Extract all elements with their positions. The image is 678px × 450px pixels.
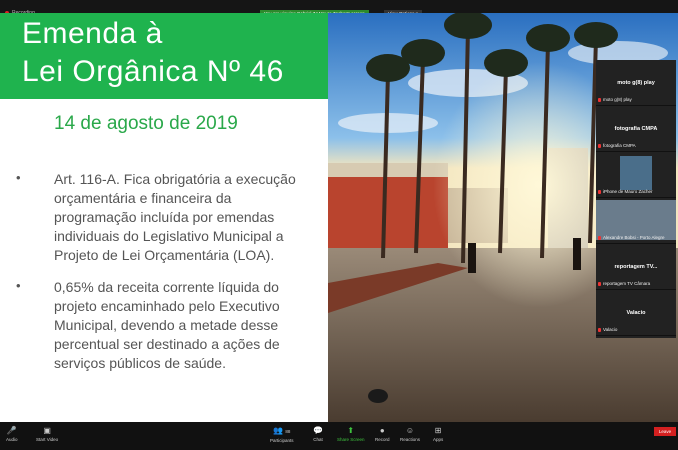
people-icon: 👥 88: [273, 426, 291, 435]
mic-muted-icon: [598, 97, 601, 102]
participant-caption: moto g(8) play: [598, 97, 632, 102]
para-2-line: 0,65% da receita corrente líquida do: [54, 279, 279, 295]
chat-icon: 💬: [313, 426, 323, 435]
participant-tile[interactable]: iPhone de Mauro Zacher: [596, 152, 676, 198]
participants-button[interactable]: 👥 88 Participants: [270, 426, 294, 444]
participant-video: [596, 200, 676, 240]
shared-slide: Emenda à Lei Orgânica Nº 46 14 de agosto…: [0, 13, 328, 422]
para-1-line: Art. 116-A. Fica obrigatória a execução: [54, 171, 296, 187]
participant-tile[interactable]: moto g(8) play moto g(8) play: [596, 60, 676, 106]
reactions-label: Reactions: [400, 437, 421, 442]
participant-caption-text: Alexandre Bobsi - Porto Alegre: [603, 235, 665, 240]
para-1-line: orçamentária e financeira da: [54, 190, 232, 206]
participant-tile[interactable]: Valacio Valacio: [596, 290, 676, 336]
share-screen-button[interactable]: ⬆ Share Screen: [337, 426, 365, 443]
slide-paragraph-1: Art. 116-A. Fica obrigatória a execução …: [54, 170, 316, 265]
slide-paragraph-2: 0,65% da receita corrente líquida do pro…: [54, 278, 316, 373]
mic-muted-icon: [598, 327, 601, 332]
smile-icon: ☺: [405, 426, 415, 435]
para-2-line: Municipal, devendo a metade desse: [54, 317, 279, 333]
meeting-toolbar: 🎤 Audio ▣ Start Video 👥 88 Participants 💬 Ch…: [0, 422, 678, 450]
para-1-line: individuais do Legislativo Municipal a: [54, 228, 284, 244]
participant-caption: fotografia CMPA: [598, 143, 636, 148]
participant-name: moto g(8) play: [617, 80, 655, 86]
mic-off-icon: 🎤: [6, 426, 17, 435]
para-2-line: projeto encaminhado pelo Executivo: [54, 298, 280, 314]
record-button[interactable]: ● Record: [375, 426, 390, 443]
video-label: Start Video: [36, 437, 59, 442]
start-video-button[interactable]: ▣ Start Video: [36, 426, 59, 443]
apps-label: Apps: [433, 437, 444, 442]
participant-tile[interactable]: fotografia CMPA fotografia CMPA: [596, 106, 676, 152]
participant-tile[interactable]: reportagem TV... reportagem TV Câmara: [596, 244, 676, 290]
participant-tile[interactable]: Alexandre Bobsi - Porto Alegre: [596, 198, 676, 244]
record-icon: ●: [379, 426, 385, 435]
apps-icon: ⊞: [434, 426, 442, 435]
participant-name: reportagem TV...: [614, 264, 658, 270]
participant-caption-text: iPhone de Mauro Zacher: [603, 189, 653, 194]
participant-caption: iPhone de Mauro Zacher: [598, 189, 653, 194]
participant-caption-text: Valacio: [603, 327, 618, 332]
para-2-line: serviços públicos de saúde.: [54, 355, 226, 371]
participant-caption: reportagem TV Câmara: [598, 281, 650, 286]
share-screen-icon: ⬆: [347, 426, 355, 435]
video-off-icon: ▣: [43, 426, 51, 435]
participant-video: [620, 156, 652, 190]
participant-caption-text: reportagem TV Câmara: [603, 281, 651, 286]
participant-name: Valacio: [626, 310, 646, 316]
mic-muted-icon: [598, 235, 601, 240]
apps-button[interactable]: ⊞ Apps: [433, 426, 444, 443]
record-label: Record: [375, 437, 390, 442]
para-1-line: programação incluída por emendas: [54, 209, 275, 225]
slide-date: 14 de agosto de 2019: [54, 113, 238, 134]
reactions-button[interactable]: ☺ Reactions: [400, 426, 421, 443]
participant-name: fotografia CMPA: [614, 126, 658, 132]
participant-caption-text: moto g(8) play: [603, 97, 632, 102]
mic-muted-icon: [598, 189, 601, 194]
chat-button[interactable]: 💬 Chat: [313, 426, 323, 443]
slide-title-line2: Lei Orgânica Nº 46: [22, 55, 284, 88]
participants-label: Participants: [270, 438, 294, 443]
audio-label: Audio: [6, 437, 18, 442]
mic-muted-icon: [598, 281, 601, 286]
participant-caption: Alexandre Bobsi - Porto Alegre: [598, 235, 665, 240]
participants-count: 88: [285, 429, 291, 434]
bullet-icon: •: [16, 170, 21, 185]
slide-title-line1: Emenda à: [22, 17, 163, 50]
para-2-line: percentual ser destinado a ações de: [54, 336, 280, 352]
mic-muted-icon: [598, 143, 601, 148]
participants-panel: moto g(8) play moto g(8) play fotografia…: [596, 60, 676, 338]
slide-title-banner: Emenda à Lei Orgânica Nº 46: [0, 13, 328, 99]
para-1-line: Projeto de Lei Orçamentária (LOA).: [54, 247, 275, 263]
audio-button[interactable]: 🎤 Audio: [6, 426, 18, 443]
chat-label: Chat: [313, 437, 323, 442]
leave-button[interactable]: Leave: [654, 427, 676, 436]
participant-caption: Valacio: [598, 327, 617, 332]
participant-caption-text: fotografia CMPA: [603, 143, 636, 148]
bullet-icon: •: [16, 278, 21, 293]
share-label: Share Screen: [337, 437, 365, 442]
